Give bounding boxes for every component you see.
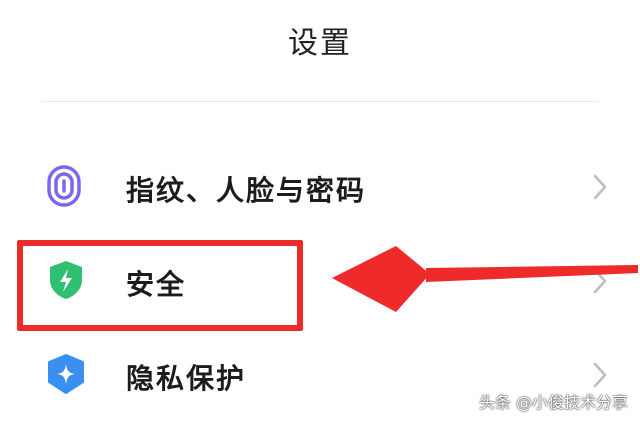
header-divider xyxy=(42,101,598,102)
fingerprint-icon xyxy=(44,164,88,208)
settings-item-label: 指纹、人脸与密码 xyxy=(126,174,367,207)
chevron-right-icon xyxy=(590,173,610,201)
privacy-shield-icon xyxy=(44,352,88,396)
pointer-arrow-icon xyxy=(320,238,640,320)
chevron-right-icon xyxy=(590,361,610,389)
watermark: 头条 @小俊技术分享 xyxy=(478,393,628,412)
settings-item-label: 隐私保护 xyxy=(126,362,247,395)
highlight-box xyxy=(17,240,303,331)
page-title: 设置 xyxy=(288,26,352,61)
settings-item-fingerprint-face-password[interactable]: 指纹、人脸与密码 xyxy=(0,142,640,232)
